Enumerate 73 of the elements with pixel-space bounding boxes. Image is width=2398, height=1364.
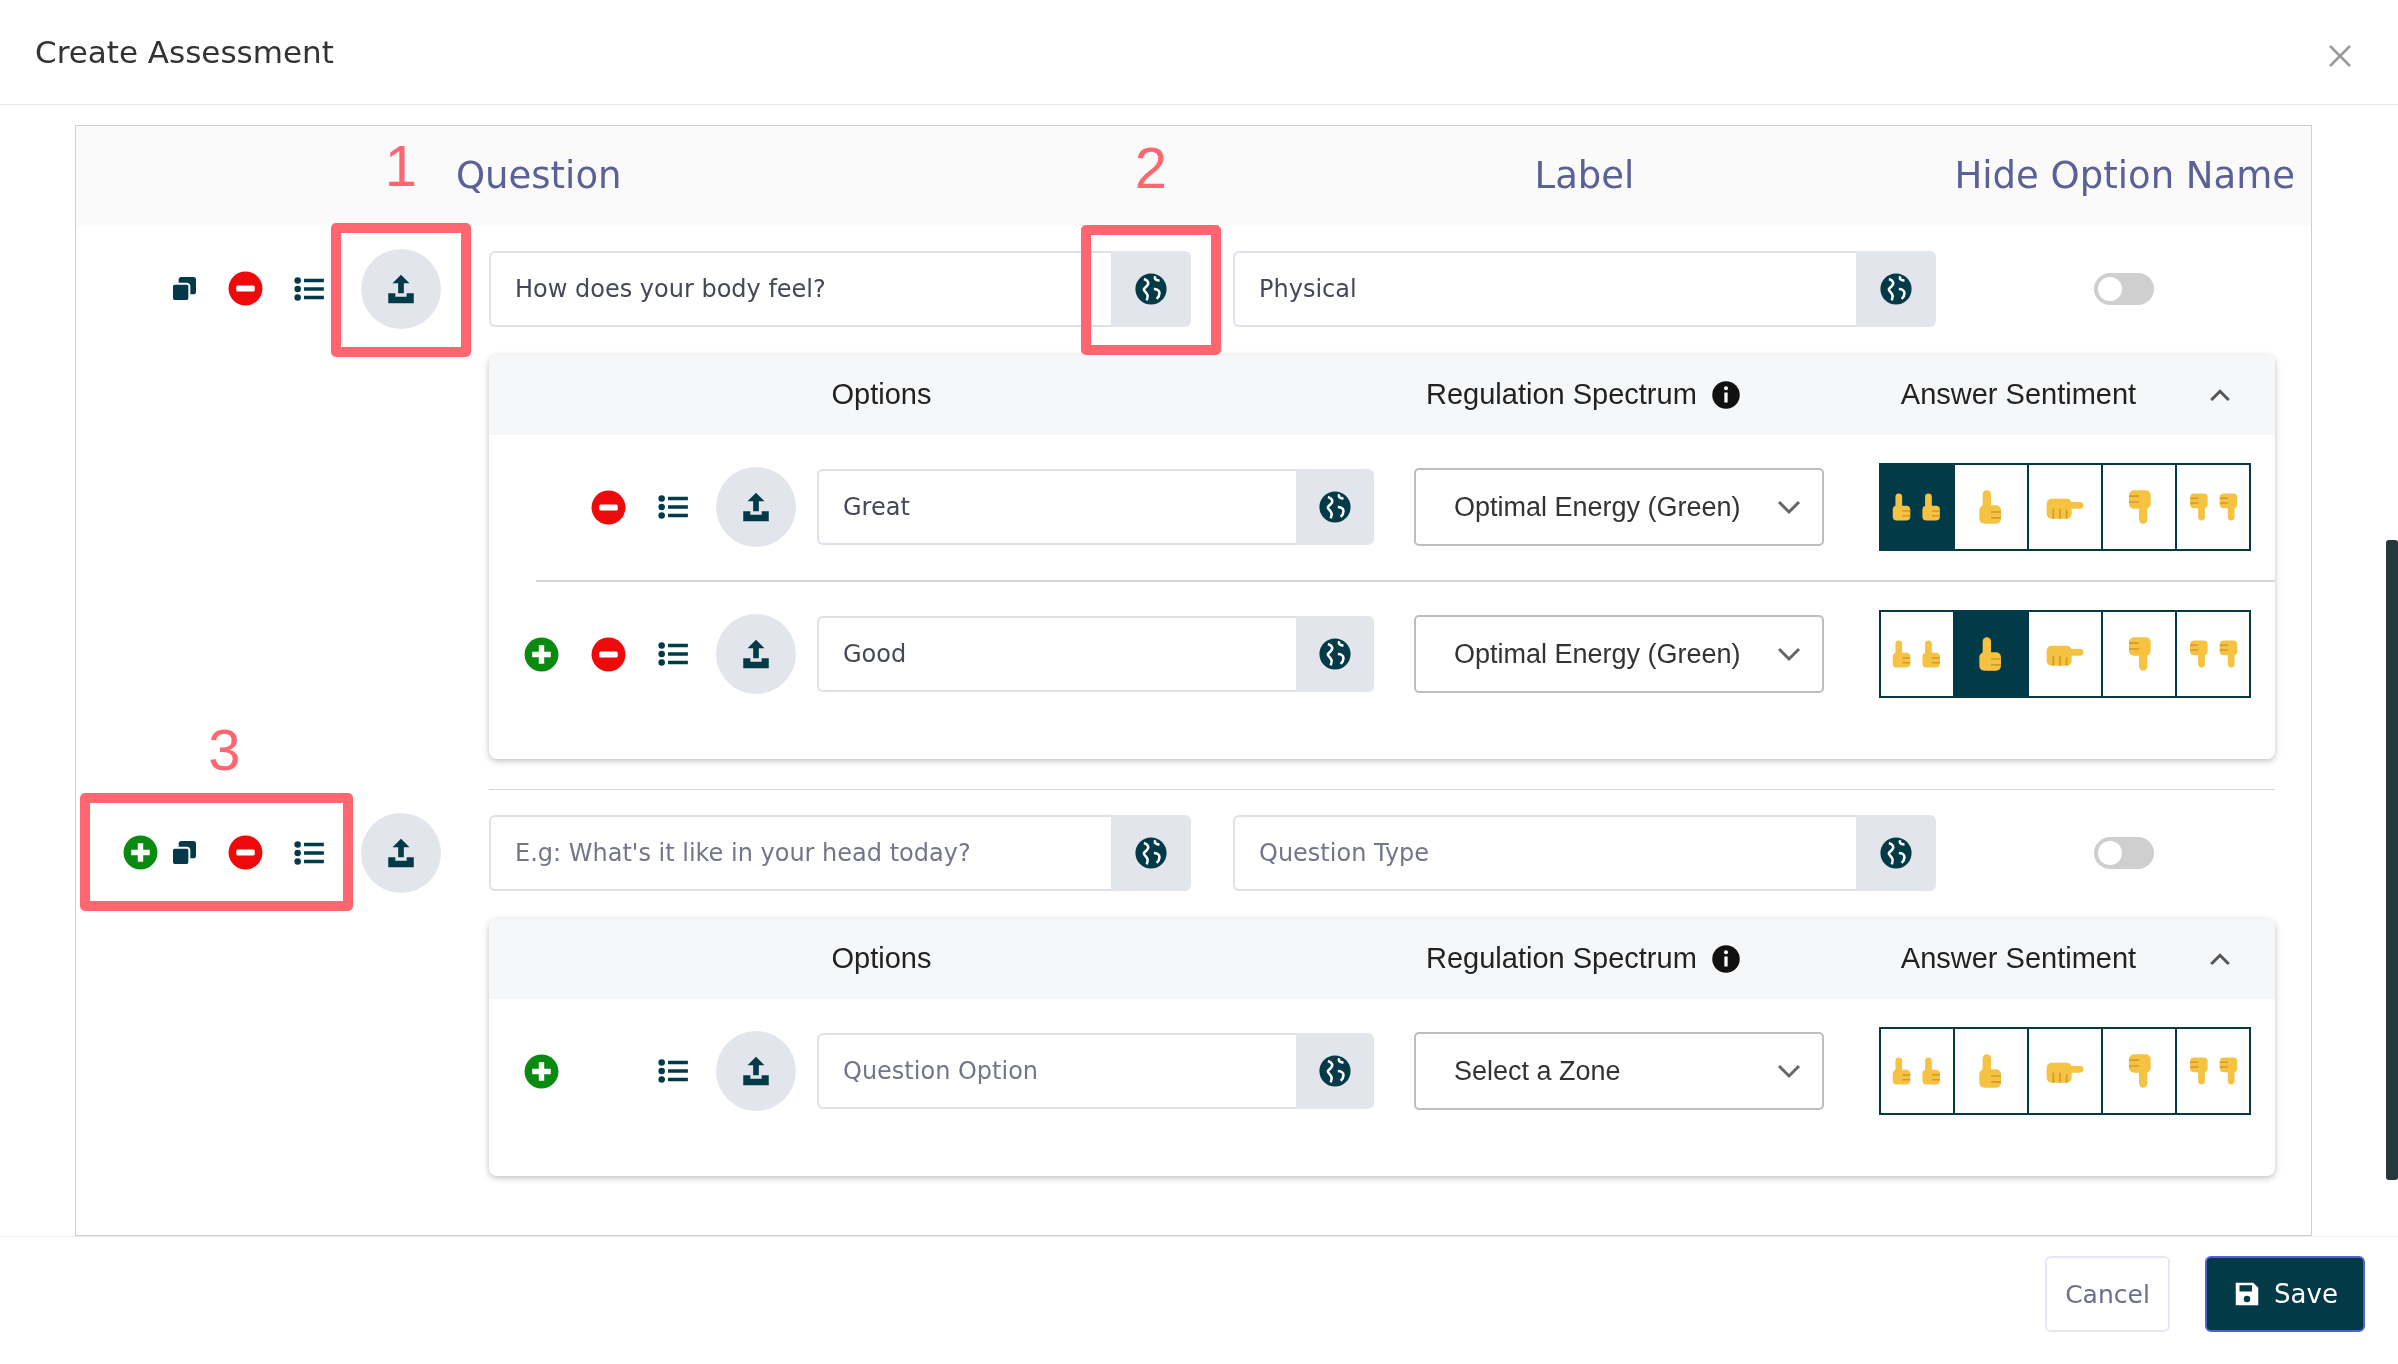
translate-button[interactable] — [1856, 814, 1936, 891]
sentiment-option[interactable] — [2101, 610, 2177, 699]
globe-icon — [1879, 271, 1913, 306]
translate-button[interactable] — [1296, 469, 1374, 546]
zone-dropdown[interactable]: Optimal Energy (Green) — [1414, 468, 1824, 547]
column-header: Question — [456, 154, 622, 198]
sentiment-option[interactable] — [1953, 1027, 2029, 1116]
globe-icon — [1318, 490, 1352, 525]
option-field[interactable]: Question Option — [817, 1033, 1296, 1110]
translate-button[interactable] — [1111, 814, 1191, 891]
remove-icon — [226, 270, 264, 308]
sentiment-option[interactable] — [2027, 463, 2103, 552]
add-icon — [522, 635, 560, 673]
sentiment-option[interactable] — [2175, 1027, 2251, 1116]
answer-sentiment-header: Answer Sentiment — [1900, 378, 2137, 412]
cancel-button[interactable]: Cancel — [2045, 1256, 2170, 1333]
toggle-switch[interactable] — [2093, 272, 2154, 305]
options-header: Options — [830, 378, 933, 412]
sentiment-option[interactable] — [1953, 463, 2029, 552]
zone-dropdown[interactable]: Select a Zone — [1414, 1032, 1824, 1111]
sentiment-option[interactable] — [2101, 1027, 2177, 1116]
question-field[interactable]: E.g: What's it like in your head today? — [489, 814, 1111, 891]
sentiment-option[interactable] — [2027, 610, 2103, 699]
question-field[interactable]: How does your body feel? — [489, 250, 1111, 327]
translate-button[interactable] — [1296, 1033, 1374, 1110]
label-field[interactable]: Physical — [1233, 250, 1856, 327]
toggle-switch[interactable] — [2093, 836, 2154, 869]
annotation-number: 3 — [208, 720, 241, 779]
sentiment-option[interactable] — [1879, 610, 1955, 699]
remove-button[interactable] — [226, 834, 264, 872]
globe-icon — [1318, 637, 1352, 672]
translate-button[interactable] — [1111, 250, 1191, 327]
globe-icon — [1134, 835, 1168, 870]
label-field[interactable]: Question Type — [1233, 814, 1856, 891]
regulation-spectrum-header: Regulation Spectrum — [1426, 378, 1697, 412]
translate-button[interactable] — [1856, 250, 1936, 327]
scrollbar-thumb[interactable] — [2386, 540, 2398, 1180]
option-field[interactable]: Good — [817, 616, 1296, 693]
sentiment-option[interactable] — [2101, 463, 2177, 552]
add-option-button[interactable] — [522, 1052, 560, 1090]
info-icon — [1710, 943, 1741, 974]
answer-sentiment-header: Answer Sentiment — [1900, 942, 2137, 976]
sentiment-option[interactable] — [1879, 1027, 1955, 1116]
translate-button[interactable] — [1296, 616, 1374, 693]
dialog-title: Create Assessment — [35, 33, 334, 70]
sentiment-option[interactable] — [1879, 463, 1955, 552]
add-option-button[interactable] — [522, 635, 560, 673]
info-icon — [1710, 379, 1741, 410]
annotation-number: 1 — [384, 136, 418, 195]
annotation-number: 2 — [1134, 138, 1168, 197]
save-button[interactable]: Save — [2205, 1256, 2365, 1333]
column-header: Hide Option Name — [1953, 154, 2296, 198]
globe-icon — [1879, 835, 1913, 870]
remove-option-button[interactable] — [589, 635, 627, 673]
add-icon — [522, 1052, 560, 1090]
sentiment-option[interactable] — [1953, 610, 2029, 699]
remove-option-button[interactable] — [589, 488, 627, 526]
add-icon — [121, 834, 159, 872]
sentiment-option[interactable] — [2175, 610, 2251, 699]
regulation-spectrum-header: Regulation Spectrum — [1426, 942, 1697, 976]
globe-icon — [1318, 1054, 1352, 1089]
remove-button[interactable] — [226, 270, 264, 308]
column-header: Label — [1533, 154, 1636, 198]
globe-icon — [1134, 271, 1168, 306]
option-field[interactable]: Great — [817, 469, 1296, 546]
sentiment-option[interactable] — [2027, 1027, 2103, 1116]
zone-dropdown[interactable]: Optimal Energy (Green) — [1414, 615, 1824, 694]
options-header: Options — [830, 942, 933, 976]
remove-icon — [226, 834, 264, 872]
sentiment-option[interactable] — [2175, 463, 2251, 552]
add-question-button[interactable] — [121, 834, 159, 872]
remove-icon — [589, 635, 627, 673]
remove-icon — [589, 488, 627, 526]
